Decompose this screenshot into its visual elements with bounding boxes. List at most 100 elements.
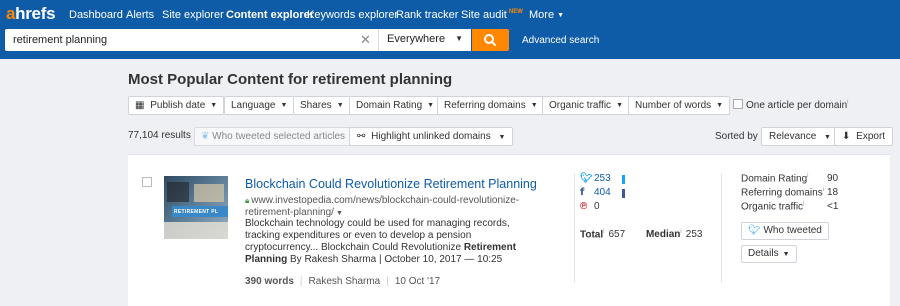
top-bar: ahrefs Dashboard Alerts Site explorer Co…: [0, 0, 900, 59]
location-select-value: Everywhere: [387, 33, 446, 45]
domain-rating-row: Domain Ratingi 90: [741, 173, 839, 185]
result-card: RETIREMENT PL Blockchain Could Revolutio…: [128, 154, 890, 306]
one-article-per-domain[interactable]: One article per domaini: [733, 99, 849, 111]
divider: [574, 173, 575, 283]
nav-dashboard[interactable]: Dashboard: [69, 9, 123, 21]
filter-label: Referring domains: [444, 100, 526, 111]
who-tweeted-button[interactable]: 🐦︎ Who tweeted: [741, 222, 829, 240]
advanced-search-link[interactable]: Advanced search: [522, 35, 599, 46]
median-label: Median: [645, 229, 681, 241]
filter-label: Domain Rating: [356, 100, 423, 111]
article-url[interactable]: 🔒︎ www.investopedia.com/news/blockchain-c…: [245, 195, 545, 220]
clear-icon[interactable]: ✕: [360, 33, 371, 46]
twitter-icon: 🐦︎: [580, 173, 593, 184]
sort-select[interactable]: Relevance ▼: [761, 127, 839, 146]
info-icon: i: [680, 229, 682, 235]
nav-keywords-explorer[interactable]: Keywords explorer: [307, 9, 398, 21]
main-nav: ahrefs Dashboard Alerts Site explorer Co…: [0, 0, 900, 28]
caret-down-icon: ▼: [498, 134, 506, 141]
thumb-shape: [194, 184, 224, 202]
details-button[interactable]: Details ▼: [741, 245, 797, 263]
search-row: ✕ Everywhere ▼ Advanced search: [0, 28, 900, 52]
filter-label: Organic traffic: [549, 100, 612, 111]
caret-down-icon: ▼: [716, 102, 724, 109]
nav-more-label: More: [529, 9, 555, 21]
who-tweeted-selected-button[interactable]: ❦ Who tweeted selected articles: [194, 127, 353, 146]
referring-domains-row: Referring domainsi 18: [741, 187, 839, 199]
divider: [721, 173, 722, 283]
page-title: Most Popular Content for retirement plan…: [128, 71, 453, 88]
sort-value: Relevance: [769, 131, 817, 142]
article-thumbnail[interactable]: RETIREMENT PL: [164, 176, 228, 239]
info-icon: i: [803, 201, 805, 207]
nav-rank-tracker[interactable]: Rank tracker: [396, 9, 458, 21]
total-value: 657: [608, 229, 626, 241]
nav-site-audit-label: Site audit: [461, 9, 507, 21]
info-icon: i: [603, 229, 605, 235]
info-icon: i: [807, 173, 809, 179]
filter-referring-domains[interactable]: Referring domains ▼: [437, 96, 545, 115]
caret-down-icon: ▼: [210, 102, 218, 109]
nav-more[interactable]: More ▼: [529, 9, 564, 21]
filter-label: Number of words: [635, 100, 712, 111]
facebook-icon: f: [580, 187, 585, 198]
twitter-icon: 🐦︎: [748, 225, 761, 236]
publish-date: 10 Oct '17: [394, 276, 441, 287]
pinterest-shares[interactable]: ℗ 0: [580, 201, 600, 214]
pinterest-icon: ℗: [580, 201, 588, 212]
facebook-share-bar: [622, 189, 625, 198]
caret-down-icon: ▼: [557, 12, 564, 19]
twitter-share-bar: [622, 175, 625, 184]
filter-number-of-words[interactable]: Number of words ▼: [628, 96, 731, 115]
filter-publish-date[interactable]: ▦ Publish date ▼: [128, 96, 225, 115]
ahrefs-logo[interactable]: ahrefs: [6, 4, 56, 24]
highlight-unlinked-button[interactable]: ⚯ Highlight unlinked domains ▼: [349, 127, 514, 146]
nav-content-explorer[interactable]: Content explorer: [226, 9, 314, 21]
location-select[interactable]: Everywhere ▼: [378, 29, 471, 51]
divider: |: [386, 276, 389, 287]
article-title-link[interactable]: Blockchain Could Revolutionize Retiremen…: [245, 177, 537, 191]
results-count: 77,104 results: [128, 130, 191, 141]
row-checkbox[interactable]: [142, 177, 152, 187]
search-input[interactable]: [5, 29, 378, 51]
link-icon: ⚯: [357, 131, 366, 142]
filter-label: Language: [231, 100, 276, 111]
organic-traffic-row: Organic traffici <1: [741, 201, 839, 213]
search-button[interactable]: [472, 29, 509, 51]
who-tweeted-selected-label: Who tweeted selected articles: [212, 131, 346, 142]
filter-shares[interactable]: Shares ▼: [293, 96, 351, 115]
caret-down-icon: ▼: [824, 134, 831, 141]
filter-label: Shares: [300, 100, 332, 111]
nav-alerts[interactable]: Alerts: [126, 9, 154, 21]
caret-down-icon: ▼: [530, 102, 538, 109]
filter-domain-rating[interactable]: Domain Rating ▼: [349, 96, 442, 115]
nav-site-explorer[interactable]: Site explorer: [162, 9, 224, 21]
filter-language[interactable]: Language ▼: [224, 96, 295, 115]
highlight-label: Highlight unlinked domains: [371, 131, 491, 142]
caret-down-icon[interactable]: ▼: [336, 210, 343, 217]
caret-down-icon: ▼: [427, 102, 435, 109]
one-article-label: One article per domain: [746, 100, 848, 111]
divider: |: [299, 276, 303, 287]
export-button[interactable]: ⬇ Export: [834, 127, 894, 146]
article-meta: 390 words | Rakesh Sharma | 10 Oct '17: [245, 276, 440, 287]
filter-organic-traffic[interactable]: Organic traffic ▼: [542, 96, 630, 115]
thumb-shape: [164, 222, 228, 239]
info-icon: i: [822, 187, 825, 193]
search-icon: [484, 34, 496, 46]
one-article-checkbox[interactable]: [733, 99, 743, 109]
facebook-shares[interactable]: f 404: [580, 187, 611, 200]
info-icon: i: [847, 99, 849, 106]
twitter-shares[interactable]: 🐦︎253: [580, 173, 611, 186]
nav-site-audit[interactable]: Site audit NEW: [461, 9, 523, 21]
details-label: Details: [748, 248, 779, 259]
article-url-text: www.investopedia.com/news/blockchain-cou…: [245, 195, 520, 218]
author: Rakesh Sharma: [308, 276, 381, 287]
median-value: 253: [685, 229, 703, 241]
lock-icon: 🔒︎: [245, 196, 250, 205]
article-description: Blockchain technology could be used for …: [245, 218, 517, 265]
caret-down-icon: ▼: [280, 102, 288, 109]
share-totals: Totali 657 Mediani 253: [580, 229, 702, 240]
total-label: Total: [580, 229, 604, 241]
caret-down-icon: ▼: [455, 34, 463, 43]
